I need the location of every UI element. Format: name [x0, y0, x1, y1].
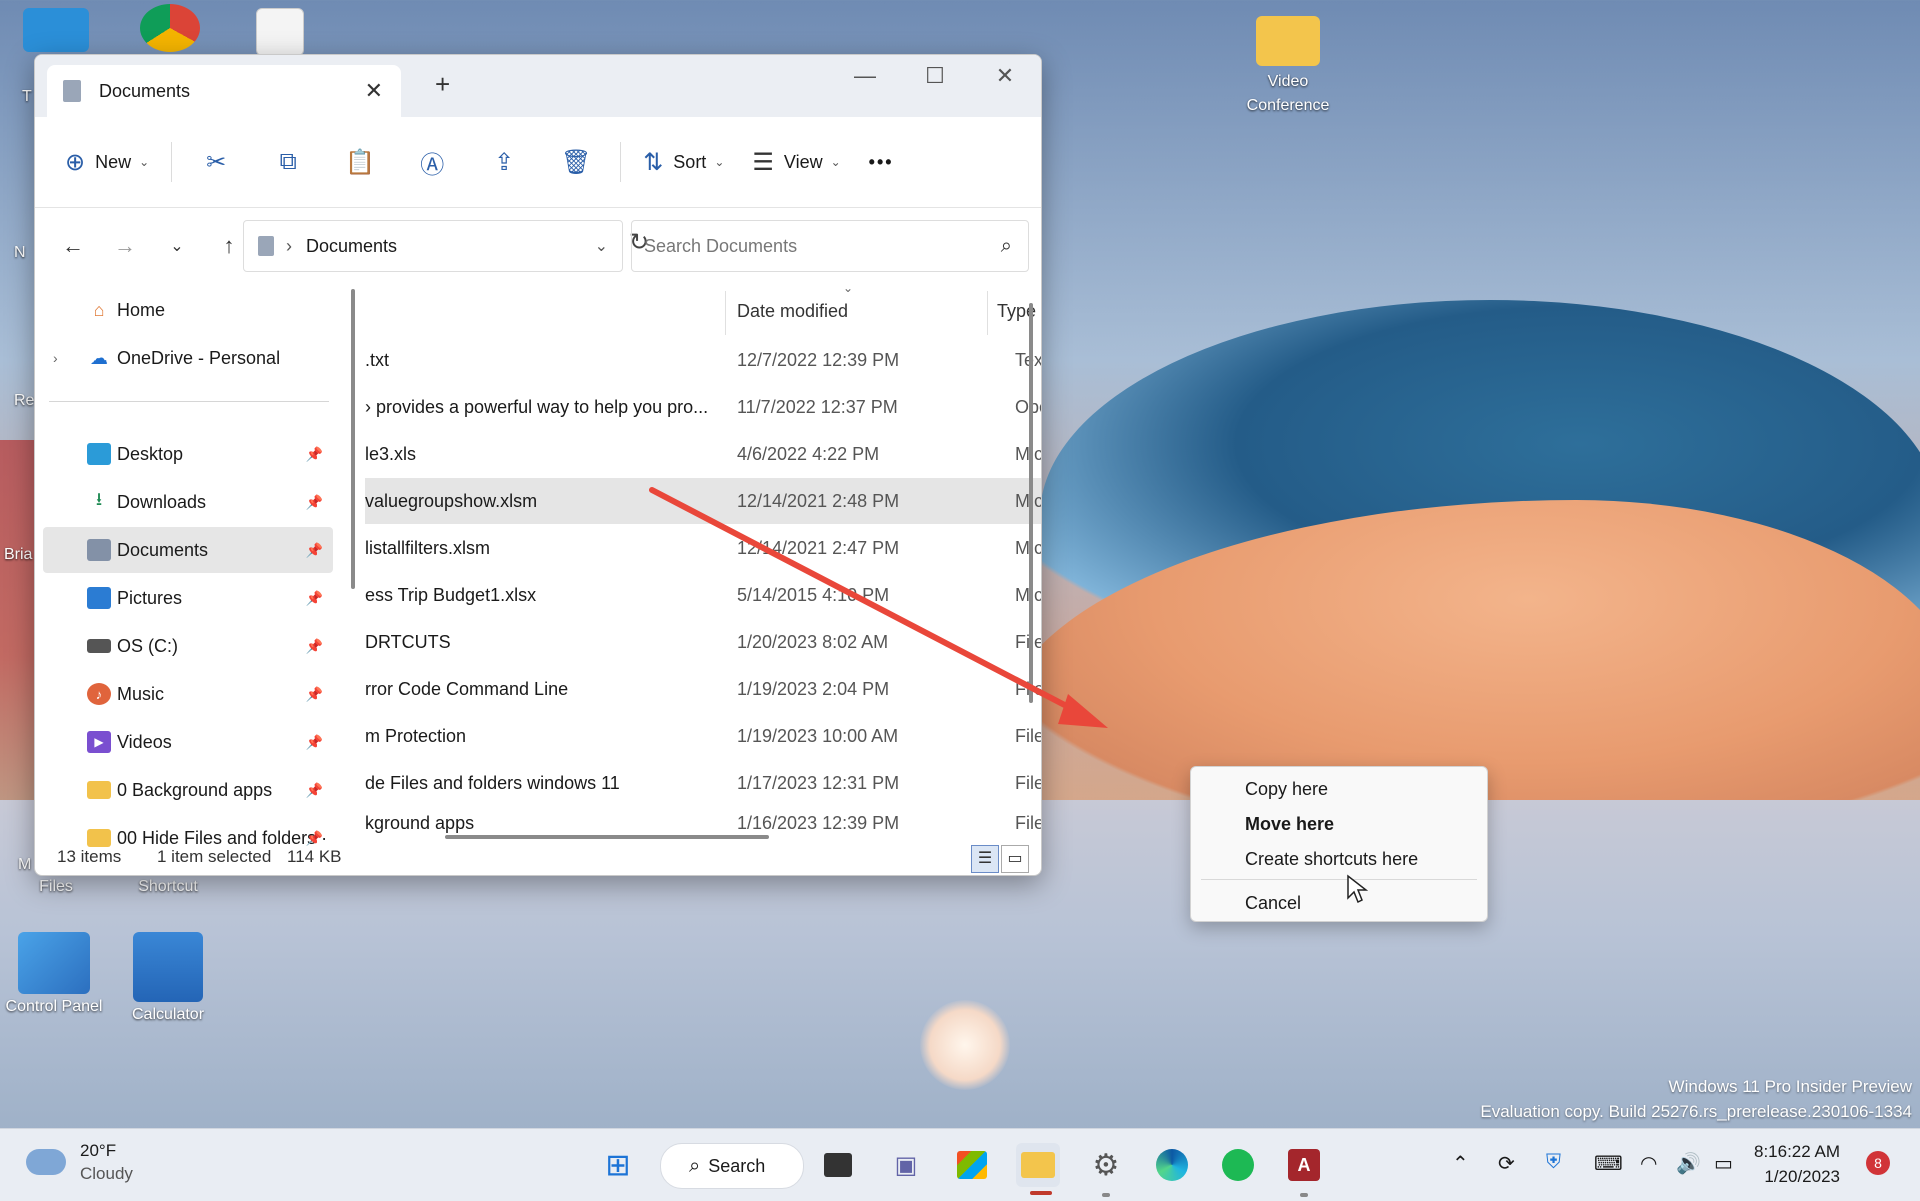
running-app-indicator — [1300, 1193, 1308, 1197]
taskbar: 20°F Cloudy ⊞ ⌕ Search ▣ ⚙ A ⌃ ⟳ ⛨ ⌨ ◠ 🔊… — [0, 1128, 1920, 1201]
start-button[interactable]: ⊞ — [596, 1143, 640, 1187]
microsoft-store-icon[interactable] — [950, 1143, 994, 1187]
sync-icon[interactable]: ⟳ — [1498, 1151, 1515, 1176]
taskbar-search-label: Search — [708, 1155, 766, 1176]
arrow-head — [1058, 694, 1108, 728]
cloud-icon — [26, 1149, 66, 1175]
menu-item-move-here[interactable]: Move here — [1245, 814, 1334, 835]
taskbar-search[interactable]: ⌕ Search — [660, 1143, 804, 1189]
task-view-icon[interactable] — [816, 1143, 860, 1187]
menu-item-cancel[interactable]: Cancel — [1245, 893, 1301, 914]
weather-widget[interactable]: 20°F Cloudy — [26, 1139, 133, 1185]
file-explorer-taskbar-icon[interactable] — [1016, 1143, 1060, 1187]
wifi-icon[interactable]: ◠ — [1640, 1151, 1657, 1176]
settings-gear-icon[interactable]: ⚙ — [1084, 1143, 1128, 1187]
access-app-icon[interactable]: A — [1282, 1143, 1326, 1187]
running-app-indicator — [1102, 1193, 1110, 1197]
teams-chat-icon[interactable]: ▣ — [884, 1143, 928, 1187]
search-icon: ⌕ — [689, 1154, 701, 1177]
clock-time: 8:16:22 AM — [1754, 1142, 1841, 1161]
weather-condition: Cloudy — [80, 1164, 133, 1183]
show-hidden-icons-chevron-icon[interactable]: ⌃ — [1452, 1151, 1469, 1176]
weather-temperature: 20°F — [80, 1141, 117, 1160]
menu-divider — [1201, 879, 1477, 880]
drag-drop-context-menu: Copy here Move here Create shortcuts her… — [1190, 766, 1488, 922]
menu-item-create-shortcuts-here[interactable]: Create shortcuts here — [1245, 849, 1418, 870]
keyboard-icon[interactable]: ⌨ — [1594, 1151, 1623, 1176]
active-app-indicator — [1030, 1191, 1052, 1195]
drag-arrow-annotation — [649, 487, 1108, 728]
menu-item-copy-here[interactable]: Copy here — [1245, 779, 1328, 800]
mouse-cursor-icon — [1347, 874, 1368, 904]
security-shield-icon[interactable]: ⛨ — [1546, 1151, 1561, 1174]
arrow-shaft — [649, 487, 1081, 715]
volume-icon[interactable]: 🔊 — [1676, 1151, 1701, 1176]
clock-date: 1/20/2023 — [1764, 1167, 1841, 1186]
edge-browser-icon[interactable] — [1150, 1143, 1194, 1187]
spotify-icon[interactable] — [1216, 1143, 1260, 1187]
system-clock[interactable]: 8:16:22 AM 1/20/2023 — [1754, 1139, 1840, 1189]
notification-badge[interactable]: 8 — [1866, 1151, 1890, 1175]
battery-icon[interactable]: ▭ — [1714, 1151, 1733, 1176]
